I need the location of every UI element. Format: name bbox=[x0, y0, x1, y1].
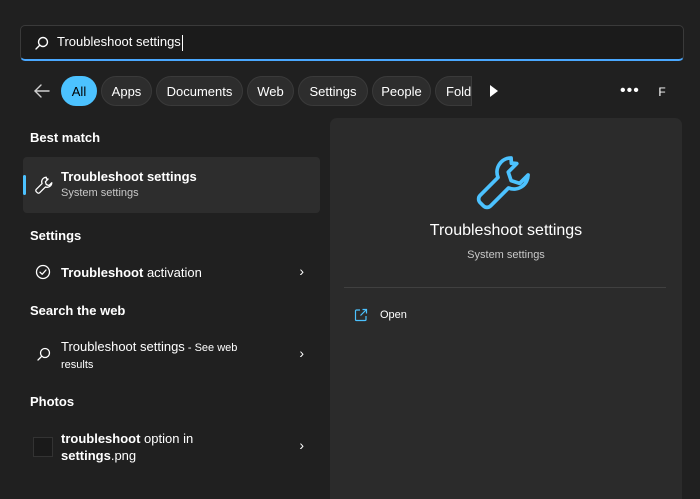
check-circle-icon bbox=[35, 264, 51, 280]
photo-line2-bold: settings bbox=[61, 448, 111, 463]
search-icon bbox=[35, 36, 49, 50]
divider bbox=[344, 287, 666, 288]
selection-indicator bbox=[23, 175, 26, 195]
section-settings: Settings bbox=[30, 228, 82, 243]
section-search-web: Search the web bbox=[30, 303, 126, 318]
avatar[interactable]: F bbox=[652, 82, 672, 102]
settings-result-bold: Troubleshoot bbox=[61, 265, 144, 280]
wrench-icon bbox=[476, 156, 530, 210]
chevron-right-icon[interactable]: › bbox=[299, 437, 304, 453]
preview-subtitle: System settings bbox=[467, 249, 545, 261]
section-photos: Photos bbox=[30, 394, 75, 409]
filter-people[interactable]: People bbox=[372, 76, 431, 106]
text-caret bbox=[181, 34, 183, 51]
filter-settings[interactable]: Settings bbox=[298, 76, 368, 106]
filter-documents[interactable]: Documents bbox=[156, 76, 243, 106]
chevron-right-icon[interactable]: › bbox=[299, 263, 304, 279]
preview-pane: Troubleshoot settings System settings Op… bbox=[330, 118, 682, 499]
search-icon bbox=[37, 347, 51, 361]
web-result-suffix-2: results bbox=[61, 359, 94, 371]
open-external-icon bbox=[354, 308, 368, 322]
open-label: Open bbox=[380, 309, 407, 321]
photo-line2-rest: .png bbox=[110, 448, 137, 463]
web-result[interactable]: Troubleshoot settings - See web results … bbox=[23, 333, 320, 377]
best-match-result[interactable]: Troubleshoot settings System settings bbox=[23, 157, 320, 213]
photo-thumbnail bbox=[33, 437, 53, 457]
settings-result-rest: activation bbox=[143, 265, 202, 280]
best-match-title: Troubleshoot settings bbox=[61, 169, 197, 184]
filter-folders[interactable]: Folde bbox=[435, 76, 472, 106]
open-button[interactable]: Open bbox=[354, 308, 407, 322]
filter-all[interactable]: All bbox=[61, 76, 97, 106]
filter-web[interactable]: Web bbox=[247, 76, 294, 106]
preview-title: Troubleshoot settings bbox=[429, 222, 583, 239]
scroll-right-icon[interactable] bbox=[488, 84, 500, 98]
photo-line1-rest: option in bbox=[140, 431, 194, 446]
best-match-subtitle: System settings bbox=[61, 187, 139, 199]
search-input[interactable]: Troubleshoot settings bbox=[57, 34, 183, 51]
chevron-right-icon[interactable]: › bbox=[299, 345, 304, 361]
search-box[interactable]: Troubleshoot settings bbox=[20, 25, 684, 61]
back-arrow-icon[interactable] bbox=[32, 81, 52, 101]
photo-result[interactable]: troubleshoot option in settings.png › bbox=[23, 427, 320, 467]
settings-result-activation[interactable]: Troubleshoot activation › bbox=[23, 256, 320, 288]
filter-bar: All Apps Documents Web Settings People F… bbox=[0, 76, 700, 106]
web-result-title: Troubleshoot settings bbox=[61, 339, 185, 354]
filter-apps[interactable]: Apps bbox=[101, 76, 152, 106]
more-options-icon[interactable]: ••• bbox=[620, 82, 640, 100]
web-result-suffix: - See web bbox=[184, 342, 238, 354]
photo-line1-bold: troubleshoot bbox=[61, 431, 141, 446]
wrench-icon bbox=[35, 176, 53, 194]
section-best-match: Best match bbox=[30, 130, 101, 145]
